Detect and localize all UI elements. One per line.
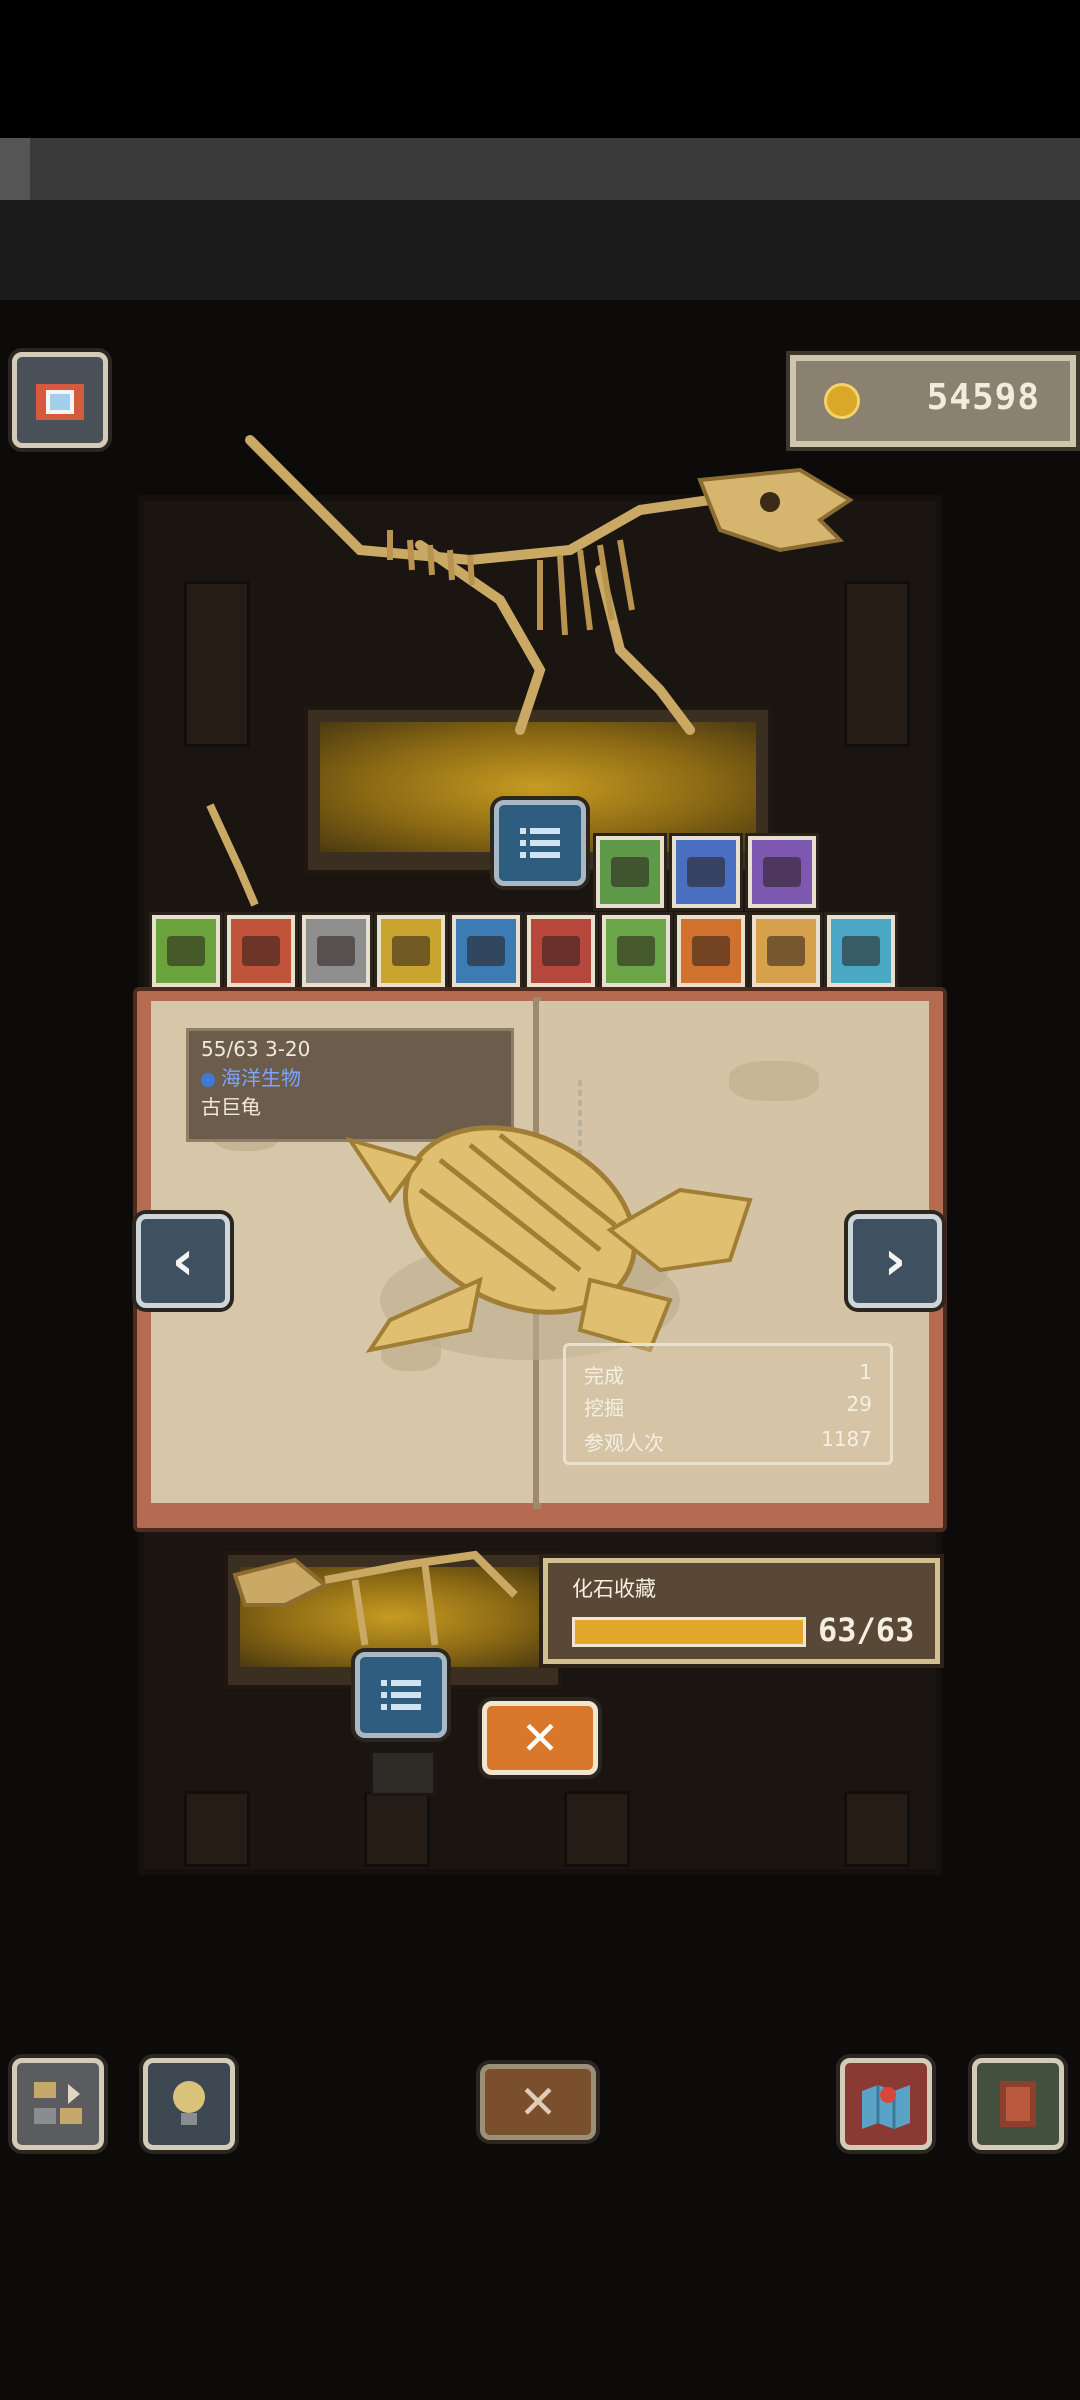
pterosaur-icon bbox=[842, 936, 880, 966]
collection-progress-fill bbox=[575, 1620, 803, 1644]
status-bar bbox=[0, 0, 1080, 138]
collection-label: 化石收藏 bbox=[572, 1577, 656, 1601]
lower-display-list-button[interactable] bbox=[355, 1652, 447, 1738]
top-dark-band bbox=[0, 200, 1080, 300]
chevron-right-icon: › bbox=[883, 1229, 907, 1292]
hall-pillar bbox=[844, 1791, 910, 1867]
map-button[interactable] bbox=[840, 2058, 932, 2150]
close-icon: ✕ bbox=[520, 1711, 560, 1765]
upper-display-list-button[interactable] bbox=[494, 800, 586, 886]
top-strip-accent bbox=[0, 138, 30, 200]
gold-case-icon bbox=[392, 936, 430, 966]
stegosaur-icon bbox=[692, 936, 730, 966]
fossil-stats-box: 完成 1 挖掘 29 参观人次 1187 bbox=[563, 1343, 893, 1465]
list-icon bbox=[381, 1680, 421, 1710]
tab-triceratops[interactable] bbox=[752, 915, 820, 987]
long-neck-dino-icon bbox=[611, 857, 649, 887]
encyclopedia-button[interactable] bbox=[972, 2058, 1064, 2150]
fossil-collection-panel: 化石收藏 63/63 bbox=[543, 1558, 940, 1664]
collection-progress-bar bbox=[572, 1617, 806, 1647]
tab-plesiosaur[interactable] bbox=[672, 836, 740, 908]
coin-counter: 54598 bbox=[790, 355, 1076, 447]
top-strip bbox=[0, 138, 1080, 200]
blue-case-icon bbox=[467, 936, 505, 966]
stat-complete-value: 1 bbox=[859, 1360, 872, 1384]
lightbulb-icon bbox=[173, 2081, 205, 2125]
stat-complete-label: 完成 bbox=[584, 1364, 624, 1388]
hall-pillar bbox=[184, 1791, 250, 1867]
tab-long-neck-dino[interactable] bbox=[596, 836, 664, 908]
hint-button[interactable] bbox=[143, 2058, 235, 2150]
stat-dig: 挖掘 29 bbox=[584, 1392, 872, 1421]
chest-icon bbox=[242, 936, 280, 966]
close-icon: ✕ bbox=[518, 2075, 558, 2129]
ocean-category-icon bbox=[201, 1072, 215, 1087]
tab-raptor[interactable] bbox=[602, 915, 670, 987]
stat-complete: 完成 1 bbox=[584, 1360, 872, 1389]
lower-skeleton-display[interactable] bbox=[225, 1535, 525, 1665]
camera-icon bbox=[36, 384, 84, 420]
stat-visitors-label: 参观人次 bbox=[584, 1431, 664, 1455]
archelon-fossil-skeleton[interactable] bbox=[330, 1080, 770, 1380]
list-icon bbox=[520, 828, 560, 858]
book-icon bbox=[1000, 2081, 1036, 2127]
barrel-icon bbox=[167, 936, 205, 966]
rearrange-icon bbox=[34, 2082, 82, 2124]
fossil-category-label: 海洋生物 bbox=[221, 1066, 301, 1090]
display-plaque bbox=[370, 1750, 436, 1796]
stat-dig-value: 29 bbox=[846, 1392, 872, 1416]
tab-ammonite[interactable] bbox=[748, 836, 816, 908]
previous-fossil-button[interactable]: ‹ bbox=[136, 1214, 230, 1308]
close-book-button[interactable]: ✕ bbox=[482, 1701, 598, 1775]
hall-pillar bbox=[564, 1791, 630, 1867]
tab-chest[interactable] bbox=[227, 915, 295, 987]
map-icon bbox=[862, 2085, 910, 2129]
stat-visitors-value: 1187 bbox=[821, 1427, 872, 1451]
coin-icon bbox=[824, 383, 860, 419]
trex-skeleton-display[interactable] bbox=[240, 430, 860, 780]
tab-barrel[interactable] bbox=[152, 915, 220, 987]
collection-count: 63/63 bbox=[818, 1611, 915, 1649]
next-fossil-button[interactable]: › bbox=[848, 1214, 942, 1308]
fossil-tail-decoration bbox=[206, 803, 259, 907]
tab-gold-case[interactable] bbox=[377, 915, 445, 987]
fossil-progress: 55/63 3-20 bbox=[201, 1037, 311, 1061]
tab-trex[interactable] bbox=[527, 915, 595, 987]
close-hall-button[interactable]: ✕ bbox=[480, 2064, 596, 2140]
raptor-icon bbox=[617, 936, 655, 966]
ammonite-icon bbox=[763, 857, 801, 887]
hall-pillar bbox=[364, 1791, 430, 1867]
plesiosaur-icon bbox=[687, 857, 725, 887]
tab-stegosaur[interactable] bbox=[677, 915, 745, 987]
coin-value: 54598 bbox=[926, 377, 1040, 418]
triceratops-icon bbox=[767, 936, 805, 966]
grey-case-icon bbox=[317, 936, 355, 966]
camera-button[interactable] bbox=[12, 352, 108, 448]
chevron-left-icon: ‹ bbox=[171, 1229, 195, 1292]
trex-icon bbox=[542, 936, 580, 966]
tab-grey-case[interactable] bbox=[302, 915, 370, 987]
tab-pterosaur[interactable] bbox=[827, 915, 895, 987]
rearrange-button[interactable] bbox=[12, 2058, 104, 2150]
stat-dig-label: 挖掘 bbox=[584, 1396, 624, 1420]
tab-blue-case[interactable] bbox=[452, 915, 520, 987]
stat-visitors: 参观人次 1187 bbox=[584, 1427, 872, 1456]
